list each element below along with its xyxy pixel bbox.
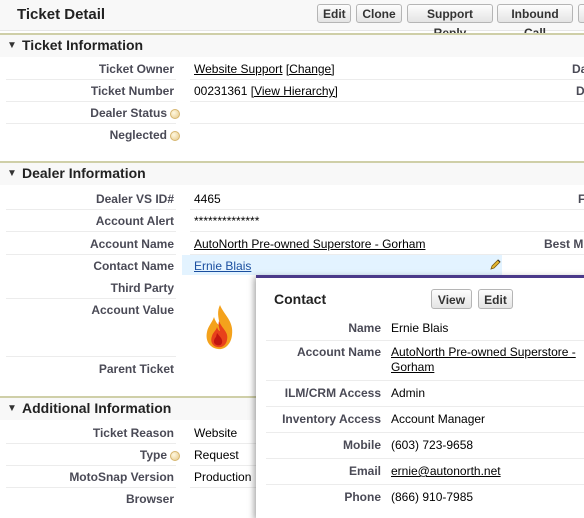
section-ticket-information[interactable]: ▼ Ticket Information xyxy=(0,33,584,57)
view-button[interactable]: View xyxy=(431,289,472,309)
section-title: Dealer Information xyxy=(22,165,146,181)
collapse-triangle-icon[interactable]: ▼ xyxy=(7,168,17,179)
popup-email-link[interactable]: ernie@autonorth.net xyxy=(391,464,501,478)
help-icon[interactable] xyxy=(170,450,180,461)
popup-field-value: Admin xyxy=(391,386,426,400)
popup-field-label: Mobile xyxy=(343,438,381,452)
field-row-dealer-status: Dealer Status xyxy=(0,102,584,124)
field-label: MotoSnap Version xyxy=(69,470,174,484)
help-icon[interactable] xyxy=(170,108,180,119)
field-label: Ticket Reason xyxy=(92,426,174,440)
ticket-owner-link[interactable]: Website Support xyxy=(194,62,283,76)
ticket-number-value: 00231361 xyxy=(194,84,248,98)
collapse-triangle-icon[interactable]: ▼ xyxy=(7,40,17,51)
account-alert-value: ************** xyxy=(194,214,260,228)
contact-hover-popup: Contact View Edit Name Ernie Blais Accou… xyxy=(256,275,584,518)
popup-field-label: Name xyxy=(348,321,381,335)
dealer-vs-id-value: 4465 xyxy=(194,192,221,206)
section-dealer-information[interactable]: ▼ Dealer Information xyxy=(0,161,584,185)
truncated-label: Best M xyxy=(544,237,584,251)
field-label: Dealer VS ID# xyxy=(95,192,174,206)
contact-name-link[interactable]: Ernie Blais xyxy=(194,259,251,273)
section-title: Additional Information xyxy=(22,400,172,416)
truncated-label: D xyxy=(576,84,584,98)
detail-header: Ticket Detail Edit Clone Support Reply I… xyxy=(0,0,584,40)
field-label: Browser xyxy=(125,492,174,506)
popup-row-email: Email ernie@autonorth.net xyxy=(266,458,584,485)
field-row-ticket-owner: Ticket Owner Website Support [Change] Da xyxy=(0,58,584,80)
pencil-edit-icon[interactable] xyxy=(490,258,502,273)
field-row-ticket-number: Ticket Number 00231361 [View Hierarchy] … xyxy=(0,80,584,102)
overflow-button[interactable]: C xyxy=(578,4,584,23)
collapse-triangle-icon[interactable]: ▼ xyxy=(7,403,17,414)
help-icon[interactable] xyxy=(170,130,180,141)
field-row-contact-name: Contact Name Ernie Blais xyxy=(0,255,584,277)
field-label: Account Value xyxy=(91,303,174,317)
truncated-label: F xyxy=(578,192,584,206)
field-label: Type xyxy=(140,448,180,462)
field-value: Ernie Blais xyxy=(194,259,251,273)
edit-button[interactable]: Edit xyxy=(317,4,351,23)
popup-row-inventory-access: Inventory Access Account Manager xyxy=(266,406,584,433)
field-row-account-name: Account Name AutoNorth Pre-owned Superst… xyxy=(0,233,584,255)
popup-row-ilm-crm-access: ILM/CRM Access Admin xyxy=(266,380,584,407)
popup-field-value: Account Manager xyxy=(391,412,486,426)
page-title: Ticket Detail xyxy=(17,6,106,23)
clone-button[interactable]: Clone xyxy=(356,4,402,23)
field-value: 00231361 [View Hierarchy] xyxy=(194,84,338,98)
view-hierarchy-link[interactable]: [View Hierarchy] xyxy=(251,84,338,98)
account-name-link[interactable]: AutoNorth Pre-owned Superstore - Gorham xyxy=(194,237,425,251)
field-label: Ticket Number xyxy=(90,84,174,98)
field-row-neglected: Neglected xyxy=(0,124,584,146)
field-label: Neglected xyxy=(110,128,180,142)
popup-field-label: Inventory Access xyxy=(282,412,381,426)
field-row-dealer-vs-id: Dealer VS ID# 4465 F xyxy=(0,188,584,210)
popup-field-label: Account Name xyxy=(296,345,381,359)
field-row-account-alert: Account Alert ************** xyxy=(0,210,584,232)
popup-field-value: (603) 723-9658 xyxy=(391,438,474,452)
field-value: AutoNorth Pre-owned Superstore - Gorham xyxy=(194,237,425,251)
popup-field-value: Ernie Blais xyxy=(391,321,449,335)
field-label: Account Alert xyxy=(95,214,174,228)
popup-row-name: Name Ernie Blais xyxy=(266,316,584,341)
motosnap-version-value: Production xyxy=(194,470,252,484)
flame-icon xyxy=(202,303,238,354)
field-label: Parent Ticket xyxy=(98,362,174,376)
support-reply-button[interactable]: Support Reply xyxy=(407,4,493,40)
field-label: Account Name xyxy=(89,237,174,251)
field-label: Contact Name xyxy=(93,259,174,273)
field-value: Website Support [Change] xyxy=(194,62,335,76)
inbound-call-button[interactable]: Inbound Call xyxy=(497,4,573,40)
popup-field-label: Phone xyxy=(344,490,381,504)
truncated-label: Da xyxy=(572,62,584,76)
popup-row-mobile: Mobile (603) 723-9658 xyxy=(266,432,584,459)
field-label: Third Party xyxy=(110,281,174,295)
popup-row-phone: Phone (866) 910-7985 xyxy=(266,484,584,510)
field-label: Ticket Owner xyxy=(98,62,174,76)
field-label: Dealer Status xyxy=(90,106,180,120)
popup-field-label: ILM/CRM Access xyxy=(284,386,381,400)
popup-title: Contact xyxy=(274,291,327,307)
popup-pointer xyxy=(238,288,256,308)
type-value: Request xyxy=(194,448,239,462)
popup-row-account-name: Account Name AutoNorth Pre-owned Superst… xyxy=(266,340,584,381)
popup-field-label: Email xyxy=(348,464,381,478)
popup-field-value: (866) 910-7985 xyxy=(391,490,474,504)
edit-contact-button[interactable]: Edit xyxy=(478,289,513,309)
popup-account-name-link[interactable]: AutoNorth Pre-owned Superstore - Gorham xyxy=(391,345,584,375)
section-title: Ticket Information xyxy=(22,37,144,53)
change-owner-link[interactable]: [Change] xyxy=(286,62,335,76)
ticket-reason-value: Website xyxy=(194,426,238,440)
